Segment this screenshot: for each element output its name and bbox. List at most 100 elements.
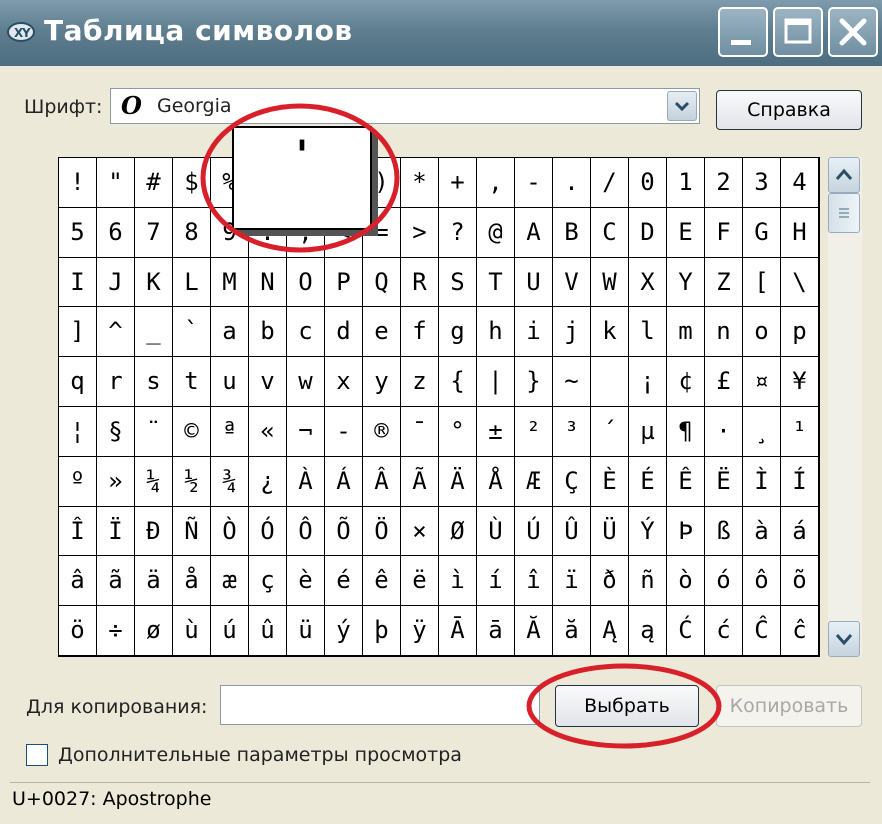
char-cell[interactable]: ® bbox=[363, 407, 401, 457]
char-cell[interactable]: ù bbox=[173, 606, 211, 656]
copy-input[interactable] bbox=[220, 685, 540, 725]
char-cell[interactable]: + bbox=[439, 158, 477, 208]
char-cell[interactable]: ¤ bbox=[743, 357, 781, 407]
char-cell[interactable]: I bbox=[59, 257, 97, 308]
char-cell[interactable]: » bbox=[97, 456, 135, 507]
char-cell[interactable]: ¨ bbox=[135, 407, 173, 457]
char-cell[interactable]: Ý bbox=[629, 506, 667, 557]
char-cell[interactable]: ê bbox=[363, 556, 401, 607]
char-cell[interactable]: û bbox=[249, 606, 287, 656]
char-cell[interactable]: m bbox=[667, 307, 705, 358]
char-cell[interactable]: µ bbox=[629, 407, 667, 457]
char-cell[interactable]: Ą bbox=[591, 606, 629, 656]
char-cell[interactable]: í bbox=[477, 556, 515, 607]
char-cell[interactable]: ă bbox=[553, 606, 591, 656]
char-cell[interactable]: f bbox=[401, 307, 439, 358]
char-cell[interactable]: S bbox=[439, 257, 477, 308]
char-cell[interactable]: Ô bbox=[287, 506, 325, 557]
char-cell[interactable]: O bbox=[287, 257, 325, 308]
char-cell[interactable]: ó bbox=[705, 556, 743, 607]
char-cell[interactable]: × bbox=[401, 506, 439, 557]
scroll-down-button[interactable] bbox=[828, 621, 860, 657]
char-cell[interactable]: ô bbox=[743, 556, 781, 607]
char-cell[interactable]: v bbox=[249, 357, 287, 407]
char-cell[interactable]: È bbox=[591, 456, 629, 507]
char-cell[interactable]: â bbox=[59, 556, 97, 607]
char-cell[interactable]: ú bbox=[211, 606, 249, 656]
char-cell[interactable]: æ bbox=[211, 556, 249, 607]
char-cell[interactable]: þ bbox=[363, 606, 401, 656]
char-cell[interactable]: á bbox=[781, 506, 819, 557]
char-cell[interactable]: i bbox=[515, 307, 553, 358]
char-cell[interactable]: Ð bbox=[135, 506, 173, 557]
char-cell[interactable]: D bbox=[629, 207, 667, 258]
char-cell[interactable]: y bbox=[363, 357, 401, 407]
char-cell[interactable]: X bbox=[629, 257, 667, 308]
char-cell[interactable]: $ bbox=[173, 158, 211, 208]
char-cell[interactable]: ć bbox=[705, 606, 743, 656]
char-cell[interactable]: ¹ bbox=[781, 407, 819, 457]
char-cell[interactable]: 5 bbox=[59, 207, 97, 258]
char-cell[interactable]: ä bbox=[135, 556, 173, 607]
char-cell[interactable]: ā bbox=[477, 606, 515, 656]
char-cell[interactable]: l bbox=[629, 307, 667, 358]
font-dropdown-button[interactable] bbox=[667, 91, 697, 121]
char-cell[interactable]: Ò bbox=[211, 506, 249, 557]
advanced-view-label[interactable]: Дополнительные параметры просмотра bbox=[58, 744, 462, 766]
char-cell[interactable]: ¶ bbox=[667, 407, 705, 457]
char-cell[interactable]: F bbox=[705, 207, 743, 258]
char-cell[interactable]: 1 bbox=[667, 158, 705, 208]
char-cell[interactable]: ë bbox=[401, 556, 439, 607]
char-cell[interactable]: " bbox=[97, 158, 135, 208]
char-cell[interactable]: £ bbox=[705, 357, 743, 407]
char-cell[interactable]: - bbox=[515, 158, 553, 208]
char-cell[interactable]: É bbox=[629, 456, 667, 507]
char-cell[interactable]: 4 bbox=[781, 158, 819, 208]
char-cell[interactable]: Ë bbox=[705, 456, 743, 507]
char-cell[interactable]: R bbox=[401, 257, 439, 308]
char-cell[interactable]: Â bbox=[363, 456, 401, 507]
char-cell[interactable]: © bbox=[173, 407, 211, 457]
char-cell[interactable]: Q bbox=[363, 257, 401, 308]
scroll-up-button[interactable] bbox=[828, 157, 860, 193]
char-cell[interactable]: Å bbox=[477, 456, 515, 507]
char-cell[interactable]: ? bbox=[439, 207, 477, 258]
char-cell[interactable]: Ć bbox=[667, 606, 705, 656]
char-cell[interactable]: , bbox=[477, 158, 515, 208]
char-cell[interactable]: ^ bbox=[97, 307, 135, 358]
char-cell[interactable]: h bbox=[477, 307, 515, 358]
char-cell[interactable]: N bbox=[249, 257, 287, 308]
char-cell[interactable]: ĉ bbox=[781, 606, 819, 656]
char-cell[interactable]: e bbox=[363, 307, 401, 358]
char-cell[interactable] bbox=[591, 357, 629, 407]
char-cell[interactable]: ± bbox=[477, 407, 515, 457]
char-cell[interactable]: k bbox=[591, 307, 629, 358]
char-cell[interactable]: B bbox=[553, 207, 591, 258]
char-cell[interactable]: ò bbox=[667, 556, 705, 607]
char-cell[interactable]: j bbox=[553, 307, 591, 358]
char-cell[interactable]: Ø bbox=[439, 506, 477, 557]
char-cell[interactable]: 3 bbox=[743, 158, 781, 208]
char-cell[interactable]: ý bbox=[325, 606, 363, 656]
char-cell[interactable]: ą bbox=[629, 606, 667, 656]
char-cell[interactable]: õ bbox=[781, 556, 819, 607]
char-cell[interactable]: Õ bbox=[325, 506, 363, 557]
char-cell[interactable]: V bbox=[553, 257, 591, 308]
char-cell[interactable]: Û bbox=[553, 506, 591, 557]
char-cell[interactable]: W bbox=[591, 257, 629, 308]
font-select[interactable]: O Georgia bbox=[110, 88, 700, 124]
char-cell[interactable]: Ü bbox=[591, 506, 629, 557]
char-cell[interactable]: ª bbox=[211, 407, 249, 457]
char-cell[interactable]: Ñ bbox=[173, 506, 211, 557]
char-cell[interactable]: Á bbox=[325, 456, 363, 507]
char-cell[interactable]: T bbox=[477, 257, 515, 308]
char-cell[interactable]: Ă bbox=[515, 606, 553, 656]
char-cell[interactable]: [ bbox=[743, 257, 781, 308]
char-cell[interactable]: 7 bbox=[135, 207, 173, 258]
char-cell[interactable]: t bbox=[173, 357, 211, 407]
char-cell[interactable]: L bbox=[173, 257, 211, 308]
char-cell[interactable]: > bbox=[401, 207, 439, 258]
char-cell[interactable]: \ bbox=[781, 257, 819, 308]
char-cell[interactable]: . bbox=[553, 158, 591, 208]
char-cell[interactable]: r bbox=[97, 357, 135, 407]
